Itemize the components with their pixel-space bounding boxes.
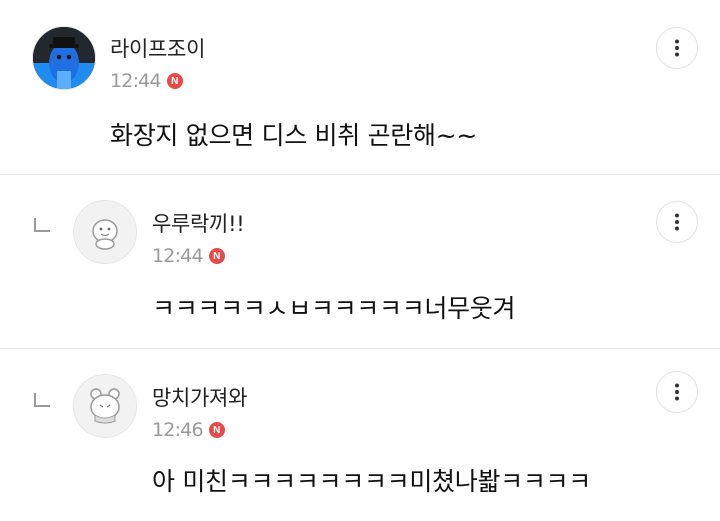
comment-meta: 12:46 N: [152, 419, 225, 441]
comment-timestamp: 12:44: [110, 70, 162, 92]
comment-author[interactable]: 라이프조이: [110, 33, 205, 63]
avatar[interactable]: [73, 374, 137, 438]
comment-text: 화장지 없으면 디스 비취 곤란해~~: [110, 121, 477, 150]
vertical-dots-icon: [675, 383, 679, 401]
more-options-button[interactable]: [656, 371, 698, 413]
comment-timestamp: 12:46: [152, 419, 204, 441]
comment-author[interactable]: 망치가져와: [152, 382, 247, 412]
more-options-button[interactable]: [656, 27, 698, 69]
vertical-dots-icon: [675, 39, 679, 57]
comment-text: ㅋㅋㅋㅋㅋㅅㅂㅋㅋㅋㅋㅋ너무웃겨: [152, 294, 516, 323]
comment-meta: 12:44 N: [152, 245, 225, 267]
avatar[interactable]: [32, 26, 96, 90]
new-badge-icon: N: [166, 73, 183, 89]
reply-item: 망치가져와 12:46 N 아 미친ㅋㅋㅋㅋㅋㅋㅋㅋ미쳤나봛ㅋㅋㅋㅋ: [0, 349, 720, 521]
comment-meta: 12:44 N: [110, 70, 183, 92]
reply-arrow-icon: [34, 218, 50, 232]
comment-author[interactable]: 우루락끼!!: [152, 208, 245, 238]
reply-arrow-icon: [34, 393, 50, 407]
reply-item: 우루락끼!! 12:44 N ㅋㅋㅋㅋㅋㅅㅂㅋㅋㅋㅋㅋ너무웃겨: [0, 175, 720, 349]
new-badge-icon: N: [208, 248, 225, 264]
more-options-button[interactable]: [656, 201, 698, 243]
comment-item: 라이프조이 12:44 N 화장지 없으면 디스 비취 곤란해~~: [0, 0, 720, 175]
vertical-dots-icon: [675, 213, 679, 231]
comment-timestamp: 12:44: [152, 245, 204, 267]
avatar[interactable]: [73, 200, 137, 264]
new-badge-icon: N: [208, 422, 225, 438]
comment-text: 아 미친ㅋㅋㅋㅋㅋㅋㅋㅋ미쳤나봛ㅋㅋㅋㅋ: [152, 467, 591, 496]
